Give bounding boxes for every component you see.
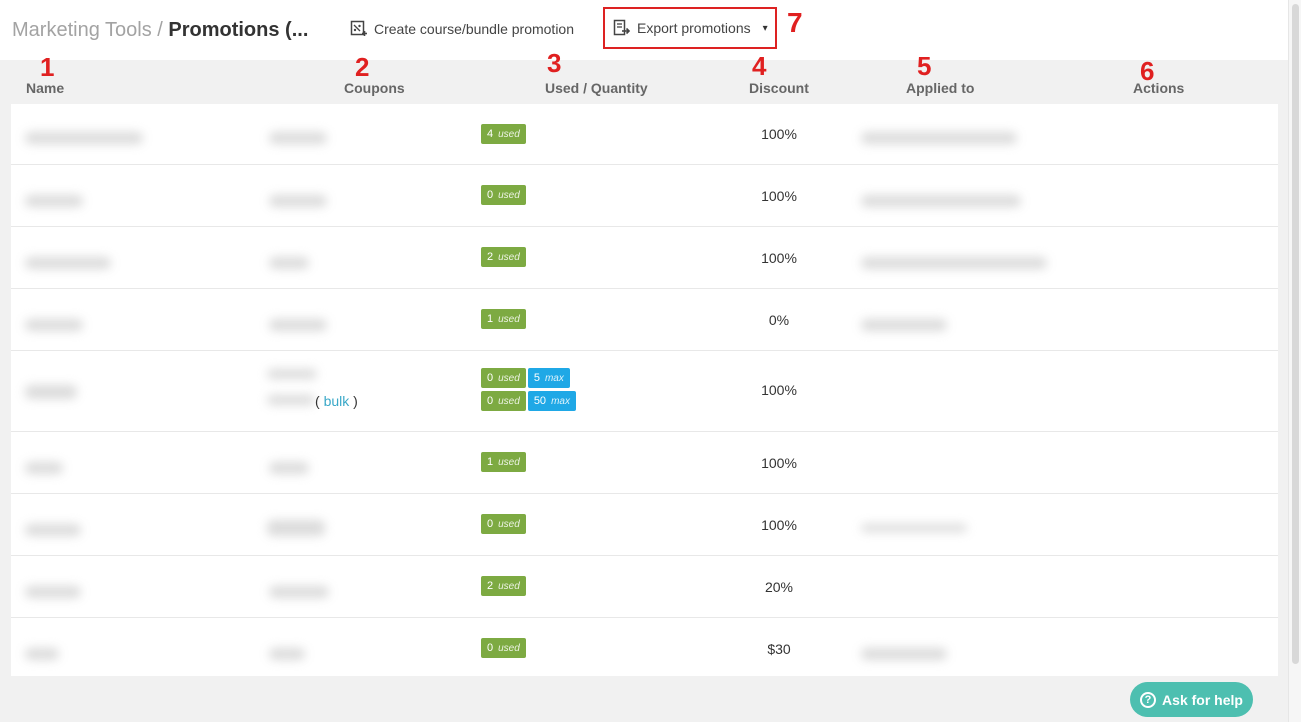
used-badge: 2 used: [481, 247, 526, 267]
coupon-add-icon: [350, 20, 368, 38]
redacted-applied-to: [861, 648, 947, 660]
export-icon: [613, 19, 631, 37]
table-row[interactable]: ( bulk ) 0 used 5 max 0 used 50 max 100%: [11, 351, 1278, 432]
discount-value: 100%: [761, 517, 797, 533]
used-badge: 0 used: [481, 185, 526, 205]
create-promotion-label: Create course/bundle promotion: [374, 21, 575, 37]
page-title: Promotions (...: [168, 19, 309, 41]
redacted-coupon: [269, 648, 305, 660]
used-badge: 0 used: [481, 514, 526, 534]
redacted-coupon: [269, 462, 309, 474]
redacted-applied-to: [861, 524, 967, 532]
annotation-3: 3: [547, 48, 562, 78]
redacted-coupon: [267, 369, 317, 379]
annotation-7: 7: [787, 7, 803, 38]
vertical-scrollbar[interactable]: [1288, 0, 1301, 722]
used-badge: 4 used: [481, 124, 526, 144]
discount-value: 100%: [761, 188, 797, 204]
column-header-coupons[interactable]: Coupons: [344, 80, 405, 96]
redacted-name: [25, 385, 77, 399]
bulk-coupon-label: ( bulk ): [315, 393, 358, 409]
used-badge: 0 used: [481, 638, 526, 658]
top-bar: Marketing Tools / Promotions (... Create…: [0, 0, 1289, 60]
redacted-applied-to: [861, 257, 1047, 269]
ask-for-help-label: Ask for help: [1162, 691, 1243, 708]
scrollbar-thumb[interactable]: [1292, 4, 1299, 664]
table-row[interactable]: 1 used 0%: [11, 289, 1278, 351]
redacted-name: [25, 462, 63, 474]
table-row[interactable]: 4 used 100%: [11, 104, 1278, 165]
discount-value: 100%: [761, 126, 797, 142]
used-badge: 1 used: [481, 309, 526, 329]
discount-value: 0%: [768, 312, 790, 328]
redacted-name: [25, 195, 83, 207]
redacted-name: [25, 524, 81, 536]
help-icon: ?: [1140, 691, 1157, 708]
discount-value: 100%: [761, 382, 797, 398]
bulk-link[interactable]: bulk: [324, 393, 350, 409]
redacted-coupon: [267, 395, 315, 405]
table-row[interactable]: 2 used 100%: [11, 227, 1278, 289]
used-badge: 1 used: [481, 452, 526, 472]
redacted-name: [25, 319, 83, 331]
redacted-name: [25, 586, 81, 598]
column-header-name[interactable]: Name: [26, 80, 64, 96]
promotions-table: 4 used 100% 0 used 100% 2 used 100% 1 used 0…: [11, 104, 1278, 676]
max-badge: 50 max: [527, 391, 576, 411]
annotation-5: 5: [917, 51, 932, 81]
redacted-name: [25, 132, 143, 144]
create-promotion-button[interactable]: Create course/bundle promotion: [350, 20, 574, 38]
table-row[interactable]: 0 used 100%: [11, 165, 1278, 227]
column-header-discount[interactable]: Discount: [749, 80, 809, 96]
redacted-name: [25, 648, 59, 660]
export-promotions-dropdown[interactable]: Export promotions ▾: [603, 7, 777, 49]
used-badge: 0 used: [481, 368, 526, 388]
breadcrumb-separator: /: [151, 19, 169, 41]
table-row[interactable]: 0 used 100%: [11, 494, 1278, 556]
used-badge: 2 used: [481, 576, 526, 596]
table-row[interactable]: 1 used 100%: [11, 432, 1278, 494]
discount-value: 20%: [764, 579, 794, 595]
redacted-coupon: [269, 586, 329, 598]
redacted-coupon: [267, 520, 325, 536]
column-header-used-quantity[interactable]: Used / Quantity: [545, 80, 648, 96]
export-promotions-label: Export promotions: [637, 20, 751, 36]
ask-for-help-button[interactable]: ? Ask for help: [1130, 682, 1253, 717]
column-header-actions: Actions: [1133, 80, 1185, 96]
redacted-applied-to: [861, 319, 947, 331]
redacted-coupon: [269, 132, 327, 144]
redacted-coupon: [269, 319, 327, 331]
breadcrumb-parent[interactable]: Marketing Tools: [12, 19, 152, 41]
breadcrumb: Marketing Tools / Promotions (...: [12, 19, 308, 42]
discount-value: 100%: [761, 250, 797, 266]
chevron-down-icon: ▾: [762, 22, 768, 34]
redacted-coupon: [269, 257, 309, 269]
table-row[interactable]: 2 used 20%: [11, 556, 1278, 618]
redacted-applied-to: [861, 132, 1017, 144]
annotation-4: 4: [752, 51, 767, 81]
table-row[interactable]: 0 used $30: [11, 618, 1278, 676]
annotation-1: 1: [40, 52, 55, 82]
redacted-name: [25, 257, 111, 269]
used-badge: 0 used: [481, 391, 526, 411]
annotation-2: 2: [355, 52, 370, 82]
column-header-applied-to[interactable]: Applied to: [906, 80, 974, 96]
max-badge: 5 max: [527, 368, 570, 388]
redacted-coupon: [269, 195, 327, 207]
discount-value: 100%: [761, 455, 797, 471]
discount-value: $30: [767, 641, 791, 657]
redacted-applied-to: [861, 195, 1021, 207]
